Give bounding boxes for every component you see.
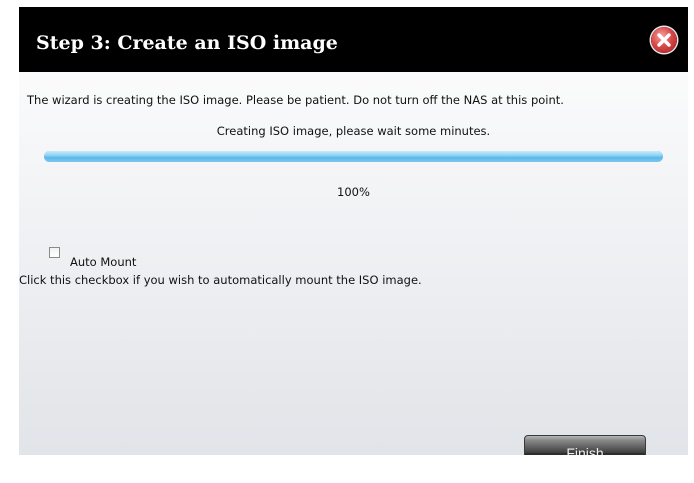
auto-mount-label: Auto Mount [70, 255, 137, 269]
wizard-message: The wizard is creating the ISO image. Pl… [27, 93, 564, 107]
progress-bar [44, 151, 663, 162]
dialog-title: Step 3: Create an ISO image [36, 32, 338, 54]
auto-mount-checkbox[interactable] [49, 247, 60, 258]
progress-bar-fill [44, 151, 663, 162]
create-iso-dialog: Step 3: Create an ISO image The wizard i… [19, 7, 688, 455]
close-button[interactable] [651, 27, 677, 53]
finish-button[interactable]: Finish [524, 435, 646, 455]
dialog-titlebar: Step 3: Create an ISO image [19, 7, 688, 72]
status-text: Creating ISO image, please wait some min… [216, 124, 491, 138]
auto-mount-hint: Click this checkbox if you wish to autom… [19, 273, 422, 287]
progress-percent: 100% [337, 185, 370, 199]
close-icon [657, 33, 671, 47]
